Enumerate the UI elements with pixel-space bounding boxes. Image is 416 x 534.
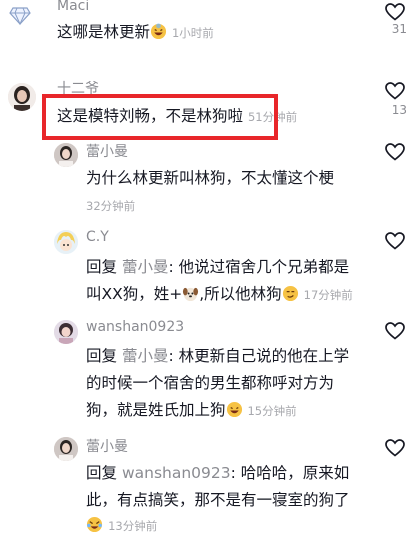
comment-time: 13分钟前: [108, 519, 158, 533]
avatar[interactable]: [8, 83, 36, 111]
avatar[interactable]: [8, 4, 32, 28]
comment-time: 15分钟前: [247, 404, 297, 418]
reply-keyword: 回复: [86, 464, 118, 482]
reply-line-1: 回复 蕾小曼: 他说过宿舍几个兄弟都是: [86, 258, 350, 276]
like-button[interactable]: [384, 230, 406, 252]
like-button[interactable]: [384, 1, 406, 23]
heart-icon: [385, 143, 405, 161]
cartoon-avatar: [54, 230, 78, 254]
reply-target[interactable]: 蕾小曼: [122, 347, 169, 365]
reply-text: 狗，就是姓氏加上狗: [86, 401, 226, 419]
like-count: 31: [391, 22, 407, 36]
comment-text-content: 这哪是林更新: [57, 23, 151, 41]
reply-line-1: 回复 wanshan0923: 哈哈哈，原来如: [86, 464, 350, 482]
like-button[interactable]: [384, 320, 406, 342]
reply-target[interactable]: wanshan0923: [122, 464, 231, 482]
reply-text: 哈哈哈，原来如: [240, 464, 350, 482]
laughing-emoji-icon: [226, 401, 242, 418]
reply-line-2: 此，有点搞笑，那不是有一寝室的狗了: [86, 491, 350, 509]
commenter-name[interactable]: Maci: [57, 0, 89, 14]
reply-text: 林更新自己说的他在上学: [178, 347, 350, 365]
red-highlight-box: [42, 94, 278, 140]
laughing-emoji-icon: [150, 23, 167, 40]
avatar[interactable]: [54, 320, 78, 344]
profile-photo: [54, 143, 78, 167]
like-button[interactable]: [384, 437, 406, 459]
crying-laughing-emoji-icon: [86, 516, 103, 533]
diamond-icon: [9, 7, 31, 26]
reply-line-1: 回复 蕾小曼: 林更新自己说的他在上学: [86, 347, 350, 365]
avatar[interactable]: [54, 437, 78, 461]
commenter-name[interactable]: 蕾小曼: [86, 141, 128, 161]
reply-target[interactable]: 蕾小曼: [122, 258, 169, 276]
profile-photo: [8, 83, 36, 111]
comment-time: 17分钟前: [303, 288, 353, 302]
avatar[interactable]: [54, 230, 78, 254]
comment-time: 32分钟前: [86, 199, 136, 213]
comment-time: 1小时前: [171, 26, 214, 40]
dog-emoji-icon: [183, 287, 199, 302]
like-count: 13: [391, 103, 407, 117]
smirk-emoji-icon: [282, 285, 298, 302]
comment-text: 为什么林更新叫林狗，不太懂这个梗: [86, 169, 335, 187]
reply-line-2: 的时候一个宿舍的男生都称呼对方为: [86, 374, 335, 392]
heart-icon: [385, 3, 405, 21]
commenter-name[interactable]: 蕾小曼: [86, 436, 128, 456]
reply-keyword: 回复: [86, 347, 118, 365]
reply-line-3: 狗，就是姓氏加上狗 15分钟前: [86, 398, 297, 424]
like-button[interactable]: [384, 80, 406, 102]
reply-text: 所以他林狗: [204, 285, 282, 303]
reply-text: 叫XX狗，姓+: [86, 285, 183, 303]
commenter-name[interactable]: wanshan0923: [86, 319, 184, 335]
heart-icon: [385, 439, 405, 457]
heart-icon: [385, 82, 405, 100]
commenter-name[interactable]: C.Y: [86, 229, 109, 245]
avatar[interactable]: [54, 143, 78, 167]
heart-icon: [385, 322, 405, 340]
reply-line-2: 叫XX狗，姓+ ,所以他林狗 17分钟前: [86, 285, 353, 303]
reply-time-row: 13分钟前: [86, 515, 157, 534]
reply-keyword: 回复: [86, 258, 118, 276]
like-button[interactable]: [384, 141, 406, 163]
reply-text: 他说过宿舍几个兄弟都是: [178, 258, 350, 276]
profile-photo: [54, 437, 78, 461]
profile-photo: [54, 320, 78, 344]
heart-icon: [385, 232, 405, 250]
comment-text: 这哪是林更新 1小时前: [57, 20, 214, 46]
